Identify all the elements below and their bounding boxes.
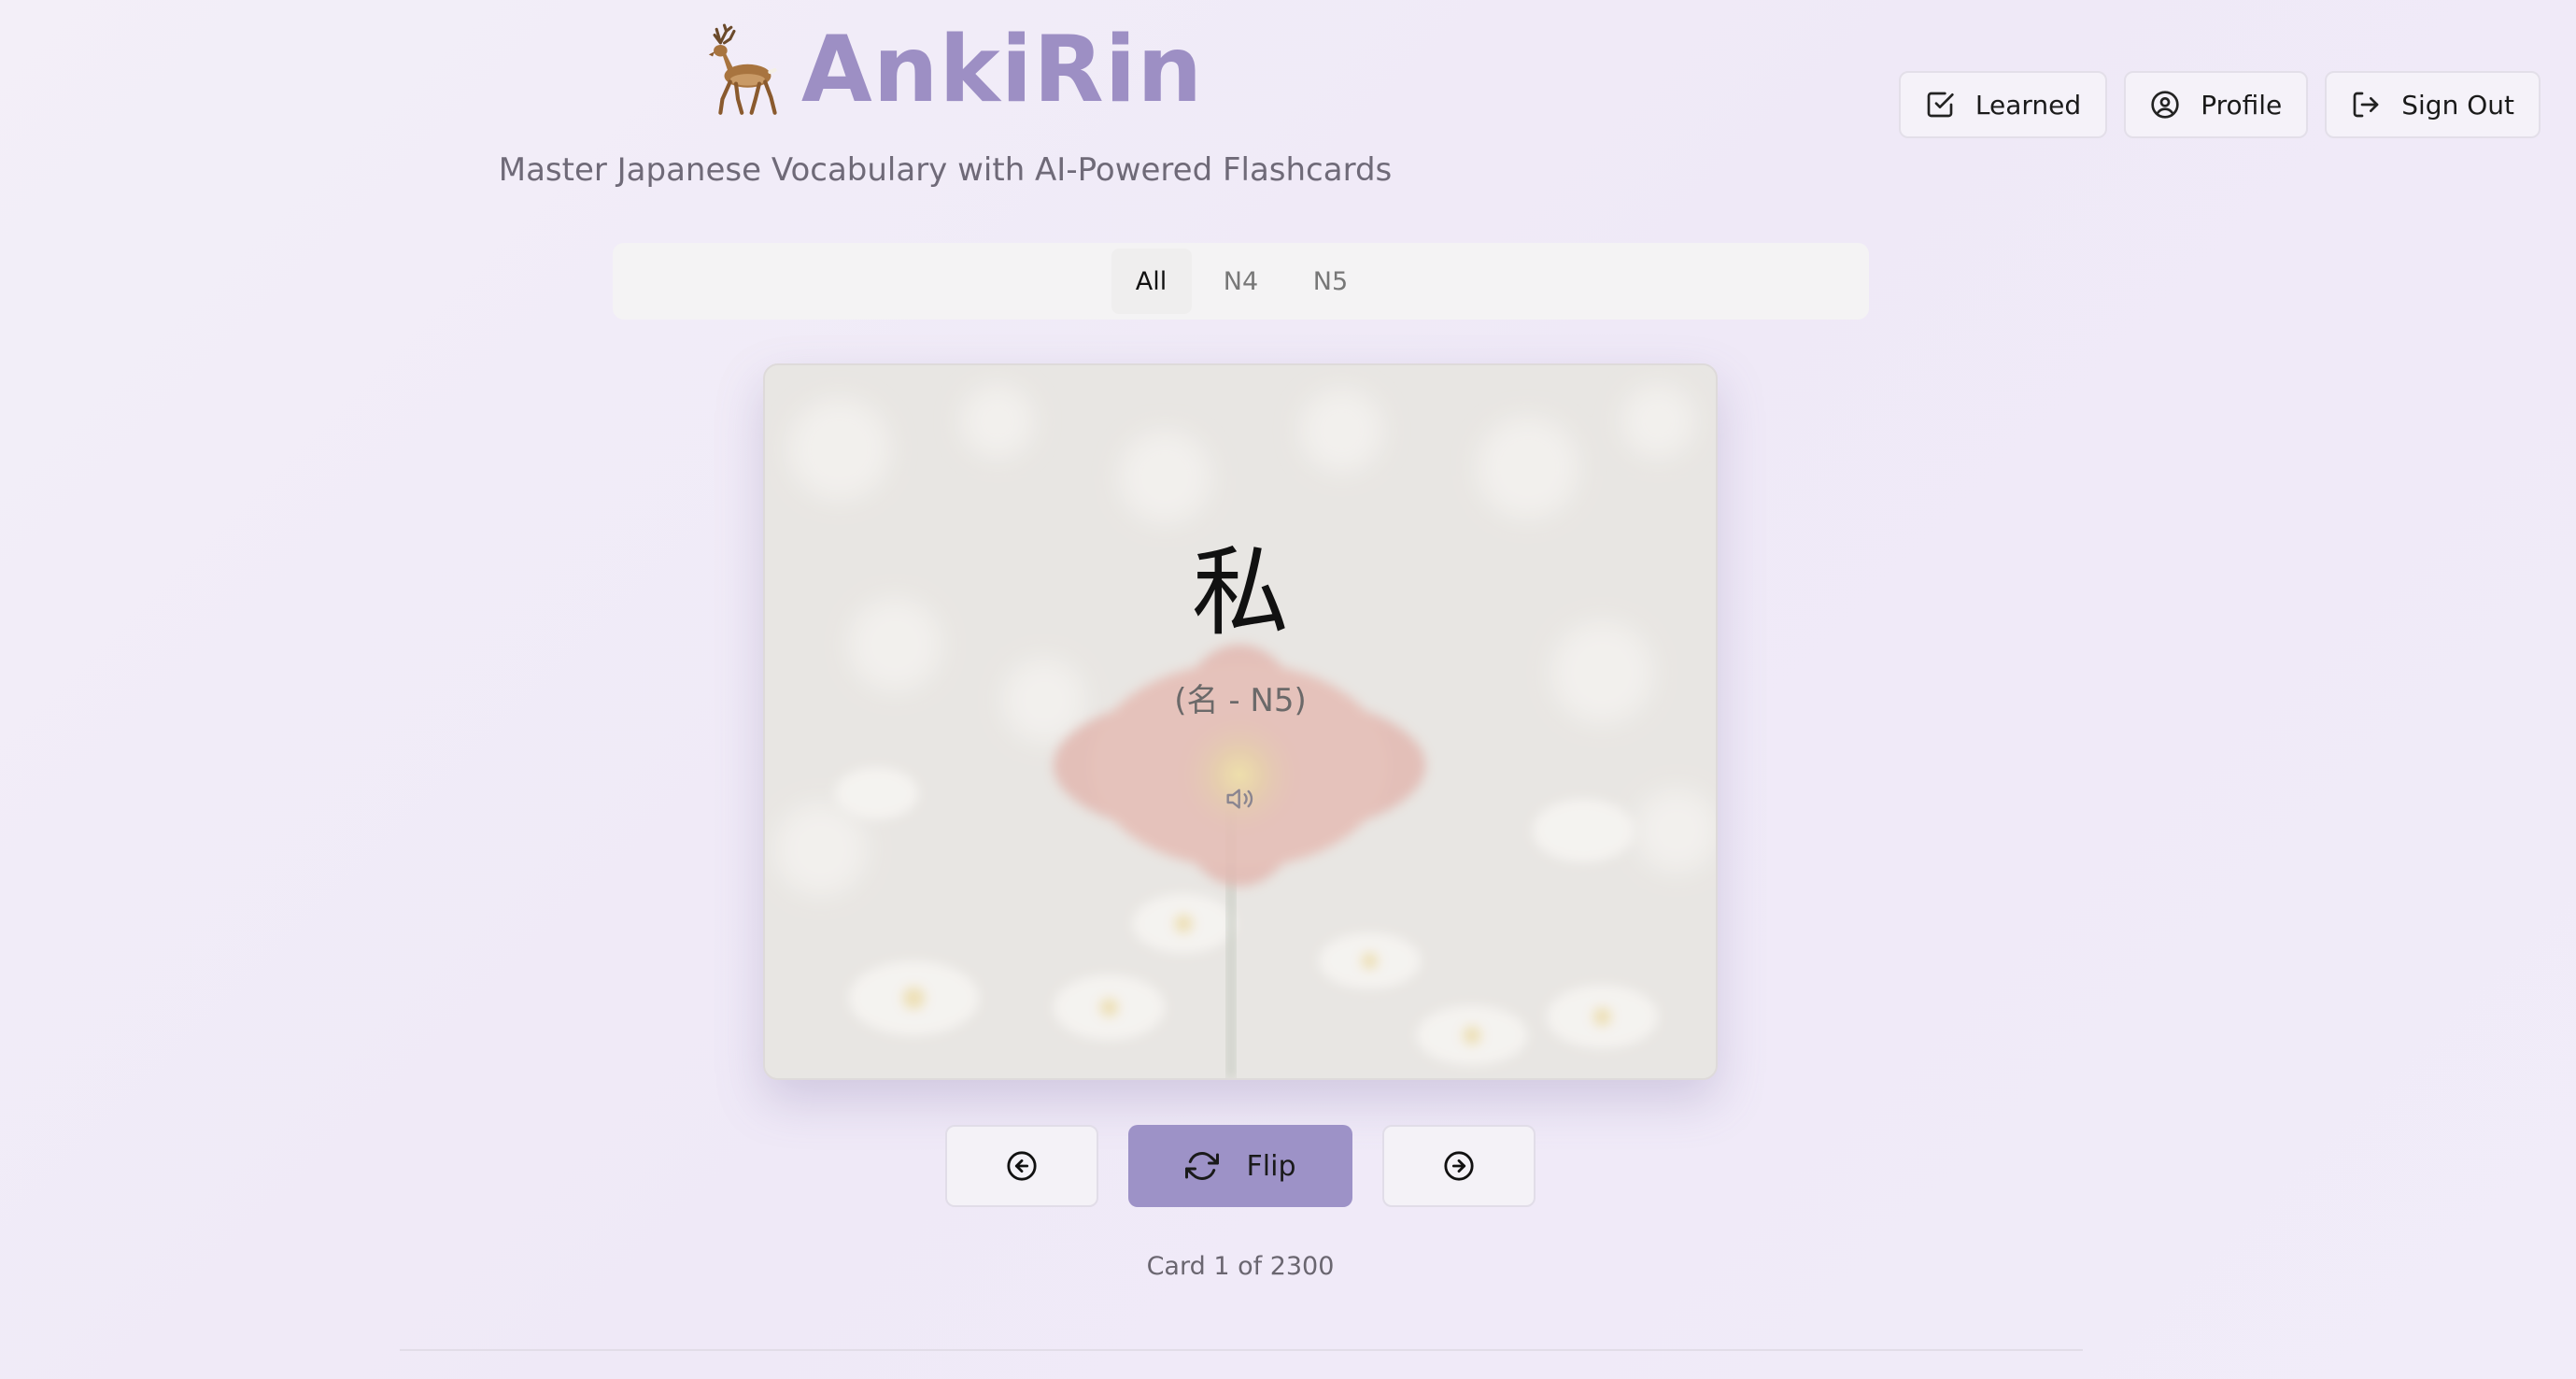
card-part-of-speech-level: (名 - N5): [1174, 682, 1307, 719]
footer-divider: [400, 1349, 2083, 1351]
previous-card-button[interactable]: [945, 1125, 1098, 1207]
brand-header: AnkiRin Master Japanese Vocabulary with …: [499, 17, 1393, 189]
tab-n4[interactable]: N4: [1201, 249, 1281, 314]
next-card-button[interactable]: [1382, 1125, 1536, 1207]
profile-button[interactable]: Profile: [2124, 71, 2309, 138]
tab-n5[interactable]: N5: [1291, 249, 1371, 314]
arrow-left-circle-icon: [1007, 1151, 1037, 1181]
arrow-right-circle-icon: [1444, 1151, 1474, 1181]
user-circle-icon: [2151, 91, 2179, 119]
level-filter-tabs: All N4 N5: [613, 243, 1869, 320]
tab-all[interactable]: All: [1111, 249, 1192, 314]
learned-button[interactable]: Learned: [1898, 71, 2108, 138]
profile-label: Profile: [2201, 89, 2283, 121]
learned-label: Learned: [1974, 89, 2082, 121]
speaker-icon: [1226, 789, 1253, 809]
flashcard[interactable]: 私 (名 - N5): [763, 363, 1718, 1080]
checkbox-icon: [1927, 92, 1954, 118]
flip-label: Flip: [1246, 1149, 1296, 1183]
card-counter: Card 1 of 2300: [1146, 1252, 1335, 1281]
play-audio-button[interactable]: [1216, 775, 1265, 823]
tab-label: N4: [1223, 266, 1259, 296]
deer-icon: [708, 23, 777, 115]
refresh-icon: [1184, 1152, 1219, 1180]
card-content: 私 (名 - N5): [765, 365, 1716, 1078]
flip-button[interactable]: Flip: [1128, 1125, 1352, 1207]
card-word: 私: [1191, 535, 1289, 649]
app-title: AnkiRin: [800, 17, 1204, 123]
tab-label: All: [1135, 266, 1168, 296]
sign-out-button[interactable]: Sign Out: [2325, 71, 2541, 138]
brand-row: AnkiRin: [687, 17, 1204, 123]
card-navigation: Flip: [945, 1125, 1536, 1207]
log-out-icon: [2353, 92, 2379, 118]
tab-label: N5: [1312, 266, 1349, 296]
app-subtitle: Master Japanese Vocabulary with AI-Power…: [498, 151, 1393, 189]
sign-out-label: Sign Out: [2401, 89, 2514, 121]
top-actions: Learned Profile Sign Out: [1898, 71, 2541, 138]
